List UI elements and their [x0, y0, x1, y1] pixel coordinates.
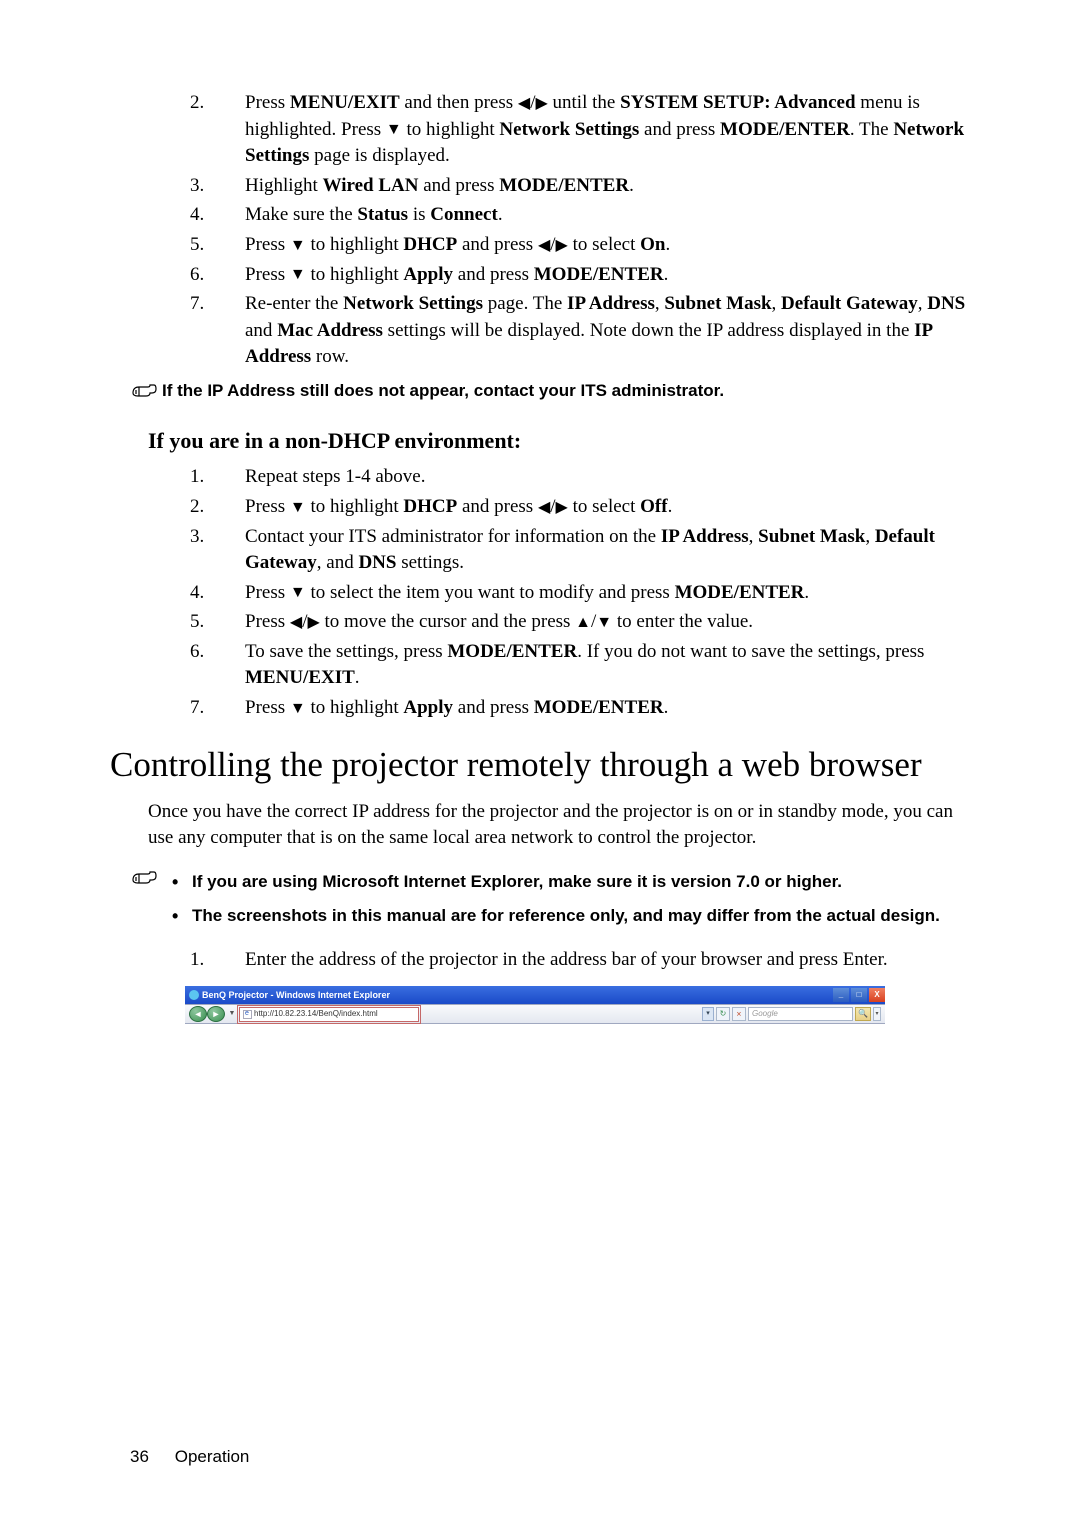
list-number: 2. [190, 494, 204, 521]
list-item: 7. Re-enter the Network Settings page. Th… [190, 291, 970, 371]
note-bullet-item: If you are using Microsoft Internet Expl… [162, 870, 940, 894]
search-go-button[interactable]: 🔍 [855, 1007, 871, 1021]
note-2: If you are using Microsoft Internet Expl… [130, 866, 970, 938]
window-title: BenQ Projector - Windows Internet Explor… [202, 989, 390, 1002]
ordered-list-1: 2. Press MENU/EXIT and then press ◀/▶ unt… [190, 90, 970, 371]
ordered-list-2: 1. Repeat steps 1-4 above. 2. Press ▼ to hi… [190, 464, 970, 721]
list-text: Press ▼ to select the item you want to m… [245, 582, 809, 603]
list-item: 1. Enter the address of the projector in … [190, 947, 970, 974]
refresh-button[interactable]: ↻ [716, 1007, 730, 1021]
list-item: 1. Repeat steps 1-4 above. [190, 464, 970, 491]
note-text: If the IP Address still does not appear,… [162, 379, 970, 403]
list-text: Highlight Wired LAN and press MODE/ENTER… [245, 175, 634, 196]
list-text: Press ▼ to highlight Apply and press MOD… [245, 697, 668, 718]
list-item: 3. Highlight Wired LAN and press MODE/ENT… [190, 173, 970, 200]
list-text: Repeat steps 1-4 above. [245, 466, 425, 487]
address-bar[interactable]: http://10.82.23.14/BenQ/index.html [239, 1007, 419, 1022]
heading-controlling-remotely: Controlling the projector remotely throu… [110, 740, 970, 789]
ie-toolbar: ◄ ► ▼ http://10.82.23.14/BenQ/index.html… [185, 1004, 885, 1024]
list-text: To save the settings, press MODE/ENTER. … [245, 641, 924, 689]
paragraph-intro: Once you have the correct IP address for… [148, 799, 970, 852]
address-dropdown-button[interactable]: ▾ [702, 1007, 714, 1021]
search-box[interactable]: Google [748, 1007, 853, 1021]
list-item: 7. Press ▼ to highlight Apply and press M… [190, 695, 970, 722]
list-number: 1. [190, 464, 204, 491]
page-icon [243, 1010, 252, 1019]
stop-button[interactable]: × [732, 1007, 746, 1021]
page-footer: 36 Operation [130, 1445, 249, 1469]
list-number: 3. [190, 173, 204, 200]
list-text: Enter the address of the projector in th… [245, 949, 888, 970]
list-number: 4. [190, 580, 204, 607]
list-number: 6. [190, 639, 204, 666]
url-text: http://10.82.23.14/BenQ/index.html [254, 1008, 378, 1019]
list-number: 7. [190, 695, 204, 722]
list-item: 4. Press ▼ to select the item you want to… [190, 580, 970, 607]
ie-logo-icon [189, 990, 199, 1000]
list-item: 6. Press ▼ to highlight Apply and press M… [190, 262, 970, 289]
close-button[interactable]: X [869, 988, 885, 1002]
page-number: 36 [130, 1445, 170, 1469]
list-text: Press ◀/▶ to move the cursor and the pre… [245, 611, 753, 632]
list-number: 4. [190, 202, 204, 229]
list-number: 5. [190, 232, 204, 259]
section-name: Operation [175, 1447, 250, 1466]
list-number: 6. [190, 262, 204, 289]
browser-screenshot: BenQ Projector - Windows Internet Explor… [185, 986, 885, 1024]
list-item: 5. Press ◀/▶ to move the cursor and the p… [190, 609, 970, 636]
search-dropdown-button[interactable]: ▾ [873, 1007, 881, 1021]
list-item: 5. Press ▼ to highlight DHCP and press ◀/… [190, 232, 970, 259]
minimize-button[interactable]: _ [833, 988, 849, 1002]
list-text: Press ▼ to highlight DHCP and press ◀/▶ … [245, 234, 670, 255]
note-bullet-list: If you are using Microsoft Internet Expl… [162, 870, 940, 938]
list-text: Press MENU/EXIT and then press ◀/▶ until… [245, 92, 964, 166]
list-item: 2. Press MENU/EXIT and then press ◀/▶ unt… [190, 90, 970, 170]
back-button[interactable]: ◄ [189, 1006, 207, 1022]
hand-pointing-icon [130, 381, 160, 408]
list-number: 1. [190, 947, 204, 974]
nav-dropdown-icon[interactable]: ▼ [228, 1009, 236, 1019]
ordered-list-3: 1. Enter the address of the projector in … [190, 947, 970, 974]
maximize-button[interactable]: □ [851, 988, 867, 1002]
forward-button[interactable]: ► [207, 1006, 225, 1022]
subheading-non-dhcp: If you are in a non-DHCP environment: [148, 426, 970, 457]
list-text: Make sure the Status is Connect. [245, 204, 503, 225]
list-item: 6. To save the settings, press MODE/ENTER… [190, 639, 970, 692]
hand-pointing-icon [130, 868, 160, 895]
list-item: 3. Contact your ITS administrator for inf… [190, 524, 970, 577]
list-text: Press ▼ to highlight Apply and press MOD… [245, 264, 668, 285]
list-text: Re-enter the Network Settings page. The … [245, 293, 965, 367]
list-item: 2. Press ▼ to highlight DHCP and press ◀/… [190, 494, 970, 521]
list-item: 4. Make sure the Status is Connect. [190, 202, 970, 229]
page-content: 2. Press MENU/EXIT and then press ◀/▶ unt… [130, 90, 970, 1024]
note-1: If the IP Address still does not appear,… [130, 379, 970, 408]
list-number: 5. [190, 609, 204, 636]
list-text: Contact your ITS administrator for infor… [245, 526, 935, 574]
ie-titlebar: BenQ Projector - Windows Internet Explor… [185, 986, 885, 1004]
list-number: 2. [190, 90, 204, 117]
note-bullet-item: The screenshots in this manual are for r… [162, 904, 940, 928]
list-text: Press ▼ to highlight DHCP and press ◀/▶ … [245, 496, 672, 517]
list-number: 3. [190, 524, 204, 551]
list-number: 7. [190, 291, 204, 318]
